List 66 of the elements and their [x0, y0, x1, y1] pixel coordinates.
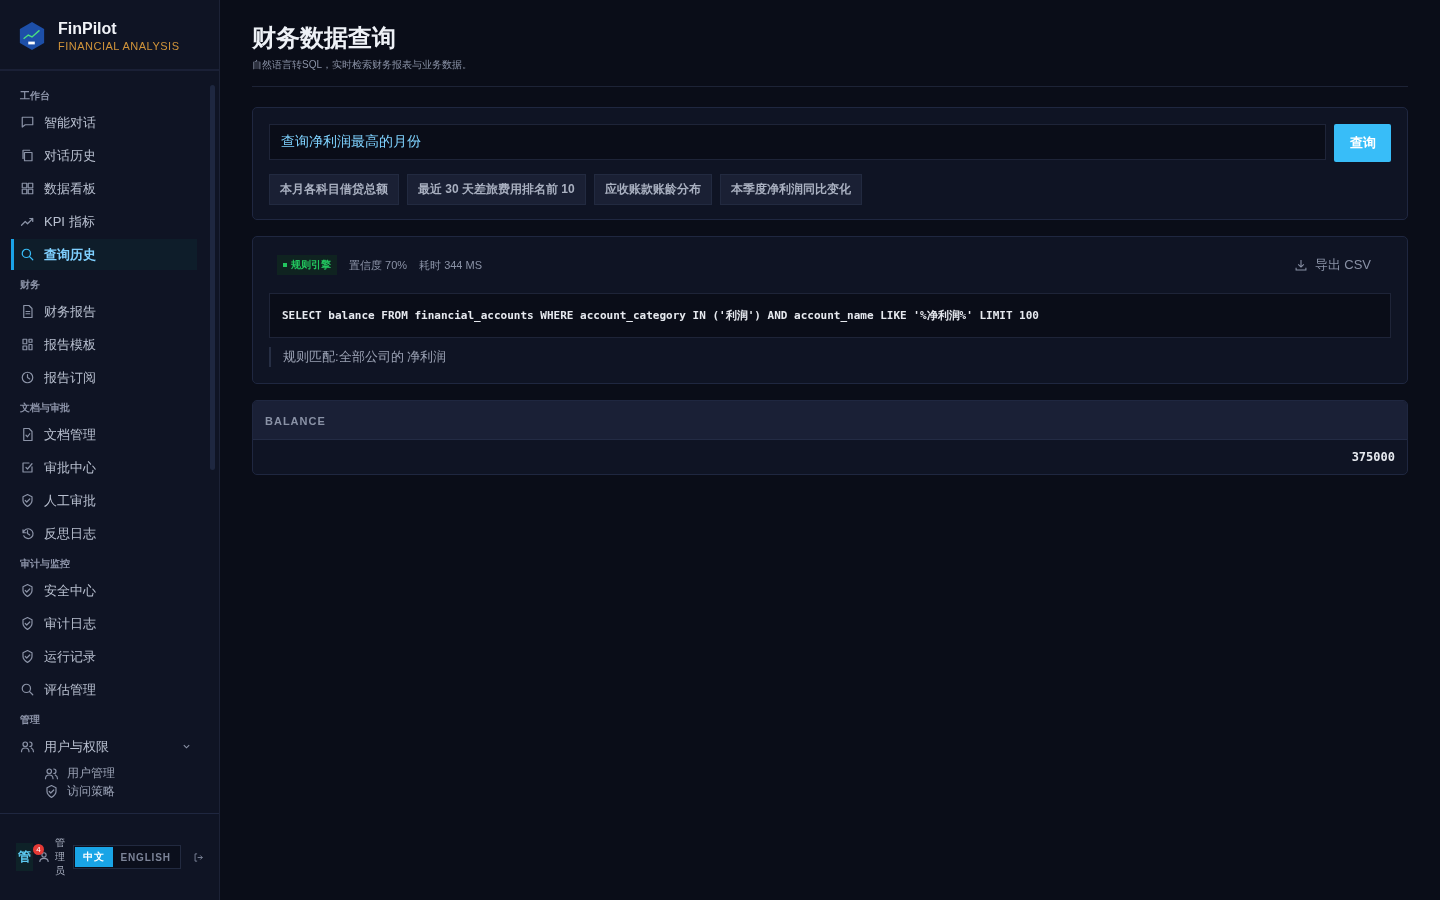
page-subtitle: 自然语言转SQL，实时检索财务报表与业务数据。: [252, 58, 473, 72]
sidebar-item[interactable]: KPI 指标: [11, 206, 197, 237]
sidebar-item[interactable]: 文档管理: [11, 419, 197, 450]
clock-icon: [20, 370, 35, 385]
table-cell: 375000: [1351, 450, 1395, 464]
sidebar-item[interactable]: 人工审批: [11, 485, 197, 516]
brand-name: FinPilot: [58, 20, 118, 38]
section-heading: 管理: [19, 713, 41, 727]
sidebar-item[interactable]: 智能对话: [11, 107, 197, 138]
section-heading: 财务: [19, 278, 41, 292]
shield-icon: [20, 649, 35, 664]
user-icon: [37, 850, 51, 864]
user-avatar[interactable]: 管: [16, 843, 33, 871]
duration-text: 耗时 344 MS: [419, 257, 483, 273]
sidebar-item[interactable]: 财务报告: [11, 296, 197, 327]
suggestion-chip[interactable]: 应收账款账龄分布: [593, 174, 712, 205]
sidebar-item[interactable]: 运行记录: [11, 641, 197, 672]
document-icon: [20, 304, 35, 319]
users-icon: [20, 739, 35, 754]
suggestion-chip[interactable]: 最近 30 天差旅费用排名前 10: [407, 174, 586, 205]
sidebar-item[interactable]: 报告模板: [11, 329, 197, 360]
sidebar-item[interactable]: 安全中心: [11, 575, 197, 606]
sidebar-item[interactable]: 数据看板: [11, 173, 197, 204]
shield-icon: [20, 616, 35, 631]
shield-icon: [20, 493, 35, 508]
sidebar-item[interactable]: 对话历史: [11, 140, 197, 171]
users-icon: [44, 765, 59, 781]
sidebar-item[interactable]: 查询历史: [11, 239, 197, 270]
sidebar-item[interactable]: 反思日志: [11, 518, 197, 549]
page-title: 财务数据查询: [252, 23, 397, 53]
grid-icon: [20, 337, 35, 352]
logo-icon: [18, 21, 46, 51]
sidebar-item[interactable]: 用户与权限: [11, 731, 197, 762]
sidebar-item[interactable]: 审批中心: [11, 452, 197, 483]
sql-code: SELECT balance FROM financial_accounts WHERE account_category IN ('利润') AND account_name LIKE '%净利润%' LIMIT 100: [269, 293, 1391, 338]
sidebar-item[interactable]: 审计日志: [11, 608, 197, 639]
sidebar-subitem[interactable]: 用户管理: [14, 764, 197, 782]
sidebar-subitem[interactable]: 访问策略: [14, 782, 197, 800]
grid-icon: [20, 181, 35, 196]
column-header: BALANCE: [265, 415, 326, 427]
export-button[interactable]: 导出 CSV: [1287, 255, 1377, 275]
section-heading: 工作台: [19, 89, 51, 103]
shield-icon: [44, 783, 59, 799]
user-name: 管理员: [55, 836, 65, 878]
search-icon: [20, 682, 35, 697]
suggestion-chip[interactable]: 本月各科目借贷总额: [269, 174, 399, 205]
chat-icon: [20, 115, 35, 130]
section-heading: 文档与审批: [19, 401, 71, 415]
history-icon: [20, 526, 35, 541]
sidebar-item[interactable]: 评估管理: [11, 674, 197, 705]
suggestion-chip[interactable]: 本季度净利润同比变化: [719, 174, 862, 205]
explanation-text: 规则匹配:全部公司的 净利润: [269, 347, 1391, 367]
brand-tagline: FINANCIAL ANALYSIS: [58, 40, 180, 52]
download-icon: [1293, 258, 1308, 272]
copy-icon: [20, 148, 35, 163]
confidence-text: 置信度 70%: [349, 257, 408, 273]
search-icon: [20, 247, 35, 262]
sidebar-item[interactable]: 报告订阅: [11, 362, 197, 393]
query-input[interactable]: 查询净利润最高的月份: [269, 124, 1326, 160]
engine-tag: 规则引擎: [277, 255, 337, 275]
shield-icon: [20, 583, 35, 598]
language-option[interactable]: ENGLISH: [112, 847, 179, 867]
section-heading: 审计与监控: [19, 557, 71, 571]
document-icon: [20, 427, 35, 442]
notification-badge: 4: [33, 844, 44, 855]
checkbox-icon: [20, 460, 35, 475]
